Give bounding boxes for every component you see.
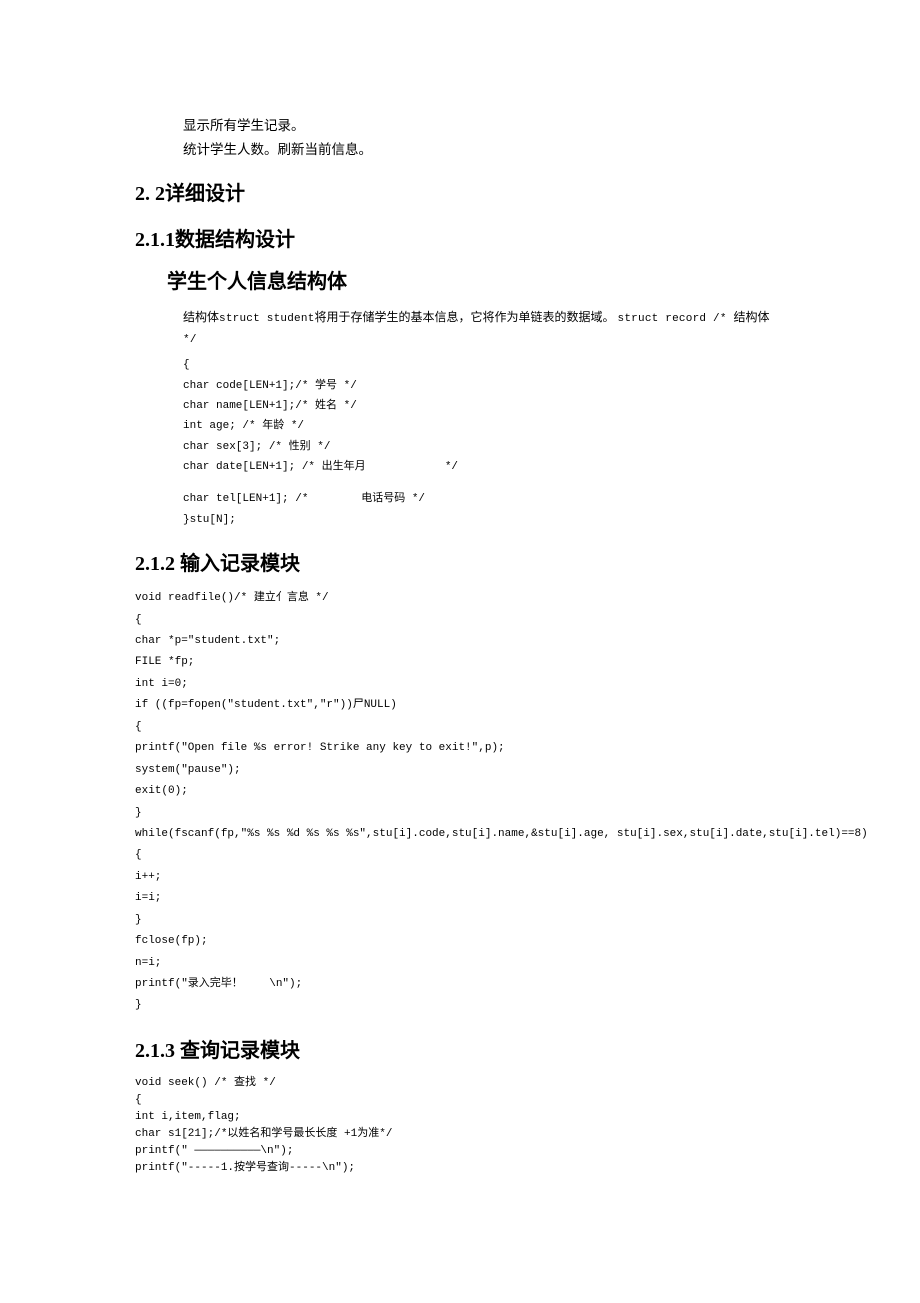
struct-code-line-2: char name[LEN+1];/* 姓名 */ (135, 396, 785, 416)
struct-code-line-0: { (135, 355, 785, 375)
struct-code-line-8: }stu[N]; (135, 510, 785, 530)
intro-line-1: 显示所有学生记录。 (135, 115, 785, 137)
struct-code-line-4: char sex[3]; /* 性别 */ (135, 437, 785, 457)
struct-code-line-5: char date[LEN+1]; /* 出生年月 */ (135, 457, 785, 477)
readfile-code: void readfile()/* 建立亻言息 */ { char *p="st… (135, 588, 785, 1017)
struct-desc-mid: 将用于存储学生的基本信息，它将作为单链表的数据域。 (315, 310, 618, 324)
heading-2-1-2: 2.1.2 输入记录模块 (135, 548, 785, 580)
struct-code-line-3: int age; /* 年龄 */ (135, 416, 785, 436)
heading-2-1-3: 2.1.3 查询记录模块 (135, 1035, 785, 1067)
seek-code: void seek() /* 查找 */ { int i,item,flag; … (135, 1075, 785, 1177)
struct-desc-code-3: */ (183, 334, 197, 346)
struct-desc-prefix: 结构体 (183, 310, 219, 324)
heading-2-2: 2. 2详细设计 (135, 178, 785, 210)
struct-code-line-7: char tel[LEN+1]; /* 电话号码 */ (135, 489, 785, 509)
struct-code-line-1: char code[LEN+1];/* 学号 */ (135, 376, 785, 396)
heading-struct-title: 学生个人信息结构体 (135, 266, 785, 298)
struct-desc-code-2: struct record /* (618, 313, 734, 325)
struct-desc-code-1: struct student (219, 313, 315, 325)
heading-2-1-1: 2.1.1数据结构设计 (135, 224, 785, 256)
struct-desc-suffix: 结构体 (734, 310, 770, 324)
intro-line-2: 统计学生人数。刷新当前信息。 (135, 139, 785, 161)
struct-desc: 结构体struct student将用于存储学生的基本信息，它将作为单链表的数据… (135, 308, 785, 349)
